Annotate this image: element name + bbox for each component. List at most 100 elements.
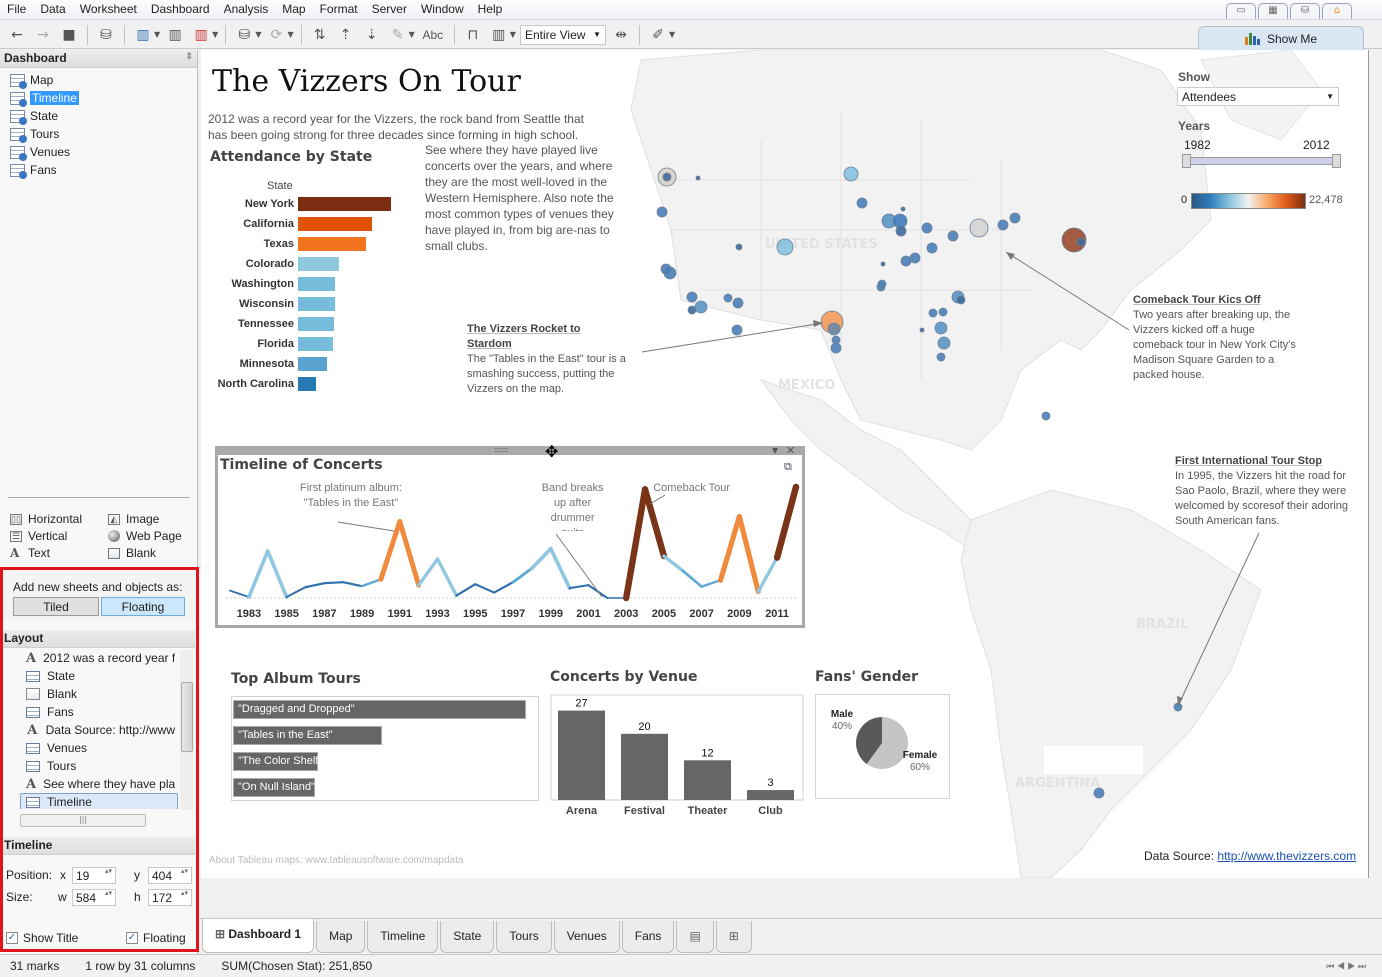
dropdown-arrow-icon[interactable]: ▼ [154,30,160,39]
layout-item[interactable]: State [0,667,175,685]
sheet-item-map[interactable]: Map [0,71,197,89]
new-worksheet-icon[interactable]: ▥ [132,25,154,45]
layout-item[interactable]: A Data Source: http://www [0,721,175,739]
sheet-tab-state[interactable]: State [440,921,495,953]
timeline-segment[interactable] [417,557,440,587]
sheet-tab-tours[interactable]: Tours [496,921,552,953]
map-mark[interactable] [937,336,951,350]
layout-item[interactable]: A See where they have play [0,775,175,793]
state-bar[interactable] [298,377,316,391]
menu-help[interactable]: Help [471,0,510,16]
object-blank[interactable]: Blank [108,546,198,560]
layout-horizontal-scrollbar[interactable]: ||| [20,814,146,827]
sheet-tab-map[interactable]: Map [316,921,366,953]
annotate-icon[interactable]: ✐ [647,25,669,45]
scrollbar-thumb[interactable] [181,682,193,752]
state-bar[interactable] [298,257,339,271]
map-mark[interactable] [921,222,933,234]
timeline-segment[interactable] [360,578,383,588]
menu-dashboard[interactable]: Dashboard [144,0,217,16]
dropdown-arrow-icon[interactable]: ▼ [669,30,675,39]
panel-sort-icon[interactable]: ⇕ [185,51,193,66]
map-mark[interactable] [909,252,921,264]
duplicate-sheet-icon[interactable]: ▥ [164,25,186,45]
state-bar[interactable] [298,277,336,291]
map-mark[interactable] [938,307,948,317]
state-bar-row[interactable]: California [201,215,401,235]
datasource-icon[interactable]: ⛁ [95,25,117,45]
menu-analysis[interactable]: Analysis [217,0,276,16]
map-mark[interactable] [735,243,743,251]
layout-item[interactable]: Tours [0,757,175,775]
floating-button[interactable]: Floating [101,597,185,616]
forward-arrow-icon[interactable]: → [32,25,54,45]
pause-updates-icon[interactable]: ⛁ [233,25,255,45]
show-me-button[interactable]: Show Me [1198,26,1364,50]
state-bar-row[interactable]: Washington [201,275,401,295]
layout-item[interactable]: Fans [0,703,175,721]
timeline-segment[interactable] [681,569,704,589]
fix-axes-icon[interactable]: ⇹ [610,25,632,45]
map-mark[interactable] [956,295,966,305]
timeline-segment[interactable] [736,513,761,595]
timeline-sheet[interactable]: :::::::: ✥ ▼ ✕ Timeline of Concerts ⧉ 19… [215,442,805,628]
show-labels-button[interactable]: Abc [419,25,447,45]
map-mark[interactable] [926,242,938,254]
sheet-item-fans[interactable]: Fans [0,161,197,179]
height-input[interactable]: 172 [148,888,192,906]
slider-max-handle[interactable] [1332,154,1341,168]
sheet-item-state[interactable]: State [0,107,197,125]
dropdown-arrow-icon[interactable]: ▼ [510,30,516,39]
map-mark[interactable] [880,261,886,267]
presentation-mode-icon[interactable]: ⊓ [462,25,484,45]
map-mark[interactable] [731,324,743,336]
timeline-segment[interactable] [568,584,590,590]
sheet-tab-timeline[interactable]: Timeline [367,921,439,953]
map-mark[interactable] [997,219,1009,231]
map-mark[interactable] [895,225,907,237]
timeline-segment[interactable] [304,582,326,589]
y-position-input[interactable]: 404 [148,866,192,884]
timeline-segment[interactable] [474,583,496,594]
state-bar[interactable] [298,317,335,331]
layout-item[interactable]: Blank [0,685,175,703]
floating-checkbox[interactable]: ✓ Floating [126,931,186,945]
fit-select[interactable]: Entire View ▼ [519,24,606,45]
map-mark[interactable] [827,322,841,336]
menu-data[interactable]: Data [33,0,72,16]
map-mark[interactable] [877,279,887,289]
layout-item[interactable]: Venues [0,739,175,757]
timeline-segment[interactable] [511,566,534,584]
map-mark[interactable] [732,297,744,309]
dropdown-arrow-icon[interactable]: ▼ [255,30,261,39]
album-bar[interactable]: "The Color Shelf" [233,752,322,771]
map-mark[interactable] [928,308,938,318]
map-mark[interactable] [1009,212,1021,224]
map-mark[interactable] [936,352,946,362]
map-mark[interactable] [663,266,677,280]
map-mark[interactable] [662,172,672,182]
x-position-input[interactable]: 19 [72,866,116,884]
state-bar-row[interactable]: Tennessee [201,315,401,335]
map-mark[interactable] [934,321,948,335]
show-filter-select[interactable]: Attendees ▼ [1177,87,1339,106]
years-slider[interactable] [1182,154,1341,168]
object-horizontal[interactable]: ▯▯ Horizontal [10,512,108,526]
map-mark[interactable] [686,291,698,303]
state-bar-row[interactable]: North Carolina [201,375,401,395]
show-cards-icon[interactable]: ▥ [488,25,510,45]
timeline-segment[interactable] [662,554,685,573]
menu-file[interactable]: File [0,0,33,16]
sheet-tab-fans[interactable]: Fans [621,921,675,953]
menu-window[interactable]: Window [414,0,471,16]
map-mark[interactable] [776,238,794,256]
dropdown-arrow-icon[interactable]: ▼ [287,30,293,39]
sheet-tab-venues[interactable]: Venues [553,921,620,953]
venue-bar[interactable] [558,710,605,800]
album-bar[interactable]: "Tables in the East" [233,726,383,745]
state-bar[interactable] [298,237,366,251]
map-mark[interactable] [830,342,842,354]
refresh-icon[interactable]: ⟳ [265,25,287,45]
layout-item[interactable]: A 2012 was a record year fo [0,649,175,667]
map-mark[interactable] [843,166,859,182]
